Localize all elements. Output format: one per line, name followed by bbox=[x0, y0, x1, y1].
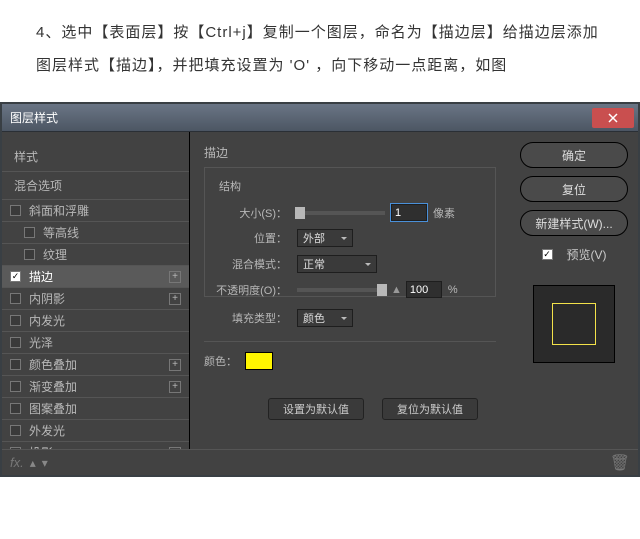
sidebar-item[interactable]: 内阴影+ bbox=[2, 287, 189, 309]
style-checkbox[interactable] bbox=[24, 227, 35, 238]
style-checkbox[interactable] bbox=[10, 425, 21, 436]
style-checkbox[interactable] bbox=[10, 315, 21, 326]
opacity-slider[interactable] bbox=[297, 288, 385, 292]
plus-icon[interactable]: + bbox=[169, 271, 181, 283]
style-checkbox[interactable] bbox=[10, 381, 21, 392]
instruction-text: 4、选中【表面层】按【Ctrl+j】复制一个图层，命名为【描边层】给描边层添加图… bbox=[0, 0, 640, 102]
style-label: 渐变叠加 bbox=[29, 378, 169, 395]
position-label: 位置： bbox=[215, 230, 287, 246]
trash-icon[interactable]: 🗑 bbox=[610, 453, 630, 473]
size-slider[interactable] bbox=[297, 211, 385, 215]
layer-style-dialog: 图层样式 样式 混合选项 斜面和浮雕等高线纹理描边+内阴影+内发光光泽颜色叠加+… bbox=[0, 102, 640, 477]
style-label: 光泽 bbox=[29, 334, 181, 351]
stroke-section-title: 描边 bbox=[204, 142, 496, 167]
filltype-select[interactable]: 颜色 bbox=[297, 309, 353, 327]
sidebar-item[interactable]: 描边+ bbox=[2, 265, 189, 287]
style-label: 外发光 bbox=[29, 422, 181, 439]
style-label: 颜色叠加 bbox=[29, 356, 169, 373]
style-label: 图案叠加 bbox=[29, 400, 181, 417]
style-label: 斜面和浮雕 bbox=[29, 202, 181, 219]
style-label: 内阴影 bbox=[29, 290, 169, 307]
size-unit: 像素 bbox=[433, 205, 455, 221]
styles-sidebar: 样式 混合选项 斜面和浮雕等高线纹理描边+内阴影+内发光光泽颜色叠加+渐变叠加+… bbox=[2, 132, 190, 449]
blend-label: 混合模式： bbox=[215, 256, 287, 272]
fx-icon[interactable]: fx. bbox=[10, 455, 24, 470]
preview-label: 预览(V) bbox=[567, 246, 607, 263]
plus-icon[interactable]: + bbox=[169, 359, 181, 371]
preview-shape bbox=[552, 303, 596, 345]
sidebar-item[interactable]: 光泽 bbox=[2, 331, 189, 353]
opacity-input[interactable]: 100 bbox=[406, 281, 442, 298]
style-checkbox[interactable] bbox=[10, 271, 21, 282]
color-swatch[interactable] bbox=[245, 352, 273, 370]
color-label: 颜色： bbox=[204, 353, 237, 369]
sidebar-heading: 样式 bbox=[2, 142, 189, 171]
sidebar-item[interactable]: 纹理 bbox=[2, 243, 189, 265]
structure-group: 结构 大小(S)： 1 像素 位置： 外部 混合模式： 正常 不透明度(O)： bbox=[204, 167, 496, 297]
opacity-label: 不透明度(O)： bbox=[215, 282, 287, 298]
size-label: 大小(S)： bbox=[215, 205, 287, 221]
plus-icon[interactable]: + bbox=[169, 381, 181, 393]
style-checkbox[interactable] bbox=[10, 205, 21, 216]
preview-box bbox=[533, 285, 615, 363]
style-checkbox[interactable] bbox=[24, 249, 35, 260]
ok-button[interactable]: 确定 bbox=[520, 142, 628, 168]
divider bbox=[204, 341, 496, 342]
window-titlebar: 图层样式 bbox=[2, 104, 638, 132]
style-label: 描边 bbox=[29, 268, 169, 285]
sidebar-item[interactable]: 等高线 bbox=[2, 221, 189, 243]
set-default-button[interactable]: 设置为默认值 bbox=[268, 398, 364, 420]
reset-button[interactable]: 复位 bbox=[520, 176, 628, 202]
reset-default-button[interactable]: 复位为默认值 bbox=[382, 398, 478, 420]
sidebar-subheading[interactable]: 混合选项 bbox=[2, 171, 189, 199]
sidebar-item[interactable]: 斜面和浮雕 bbox=[2, 199, 189, 221]
style-label: 等高线 bbox=[43, 224, 181, 241]
style-label: 内发光 bbox=[29, 312, 181, 329]
window-title: 图层样式 bbox=[6, 109, 592, 126]
style-checkbox[interactable] bbox=[10, 359, 21, 370]
close-icon bbox=[608, 113, 618, 123]
style-checkbox[interactable] bbox=[10, 337, 21, 348]
style-label: 纹理 bbox=[43, 246, 181, 263]
sidebar-item[interactable]: 颜色叠加+ bbox=[2, 353, 189, 375]
dialog-body: 样式 混合选项 斜面和浮雕等高线纹理描边+内阴影+内发光光泽颜色叠加+渐变叠加+… bbox=[2, 132, 638, 449]
stroke-panel: 描边 结构 大小(S)： 1 像素 位置： 外部 混合模式： 正常 bbox=[190, 132, 510, 449]
blend-select[interactable]: 正常 bbox=[297, 255, 377, 273]
arrow-down-icon[interactable]: ▾ bbox=[42, 456, 48, 470]
sidebar-item[interactable]: 内发光 bbox=[2, 309, 189, 331]
opacity-arrow-icon: ▲ bbox=[391, 284, 402, 296]
sidebar-item[interactable]: 渐变叠加+ bbox=[2, 375, 189, 397]
structure-label: 结构 bbox=[215, 178, 485, 194]
sidebar-item[interactable]: 图案叠加 bbox=[2, 397, 189, 419]
arrow-up-icon[interactable]: ▴ bbox=[30, 456, 36, 470]
position-select[interactable]: 外部 bbox=[297, 229, 353, 247]
style-checkbox[interactable] bbox=[10, 403, 21, 414]
filltype-label: 填充类型： bbox=[232, 310, 287, 326]
style-checkbox[interactable] bbox=[10, 293, 21, 304]
opacity-unit: % bbox=[448, 284, 458, 296]
right-column: 确定 复位 新建样式(W)... 预览(V) bbox=[510, 132, 638, 449]
dialog-footer: fx. ▴ ▾ 🗑 bbox=[2, 449, 638, 475]
close-button[interactable] bbox=[592, 108, 634, 128]
preview-checkbox[interactable] bbox=[542, 249, 553, 260]
new-style-button[interactable]: 新建样式(W)... bbox=[520, 210, 628, 236]
sidebar-item[interactable]: 外发光 bbox=[2, 419, 189, 441]
size-input[interactable]: 1 bbox=[391, 204, 427, 221]
plus-icon[interactable]: + bbox=[169, 293, 181, 305]
